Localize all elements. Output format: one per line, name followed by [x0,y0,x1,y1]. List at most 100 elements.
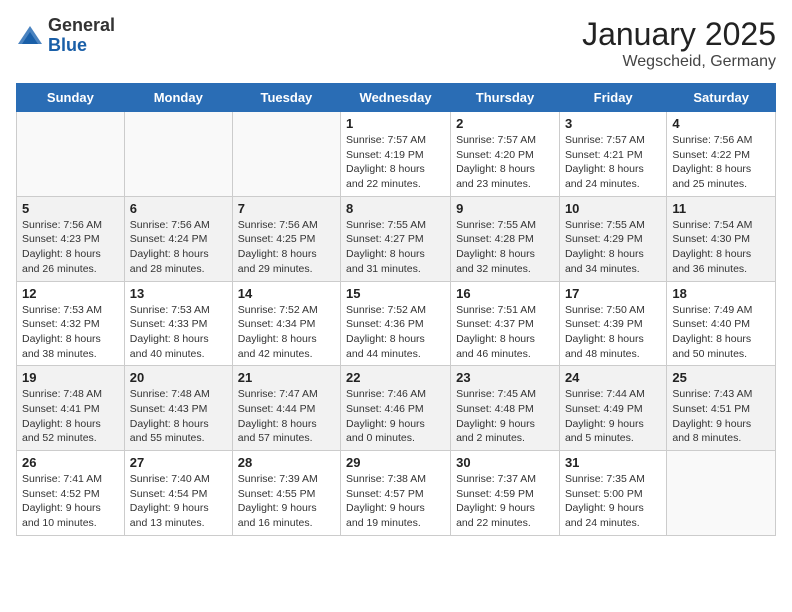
day-info: Sunrise: 7:53 AM Sunset: 4:33 PM Dayligh… [130,303,227,362]
day-info: Sunrise: 7:39 AM Sunset: 4:55 PM Dayligh… [238,472,335,531]
page-header: General Blue January 2025 Wegscheid, Ger… [16,16,776,71]
day-info: Sunrise: 7:48 AM Sunset: 4:41 PM Dayligh… [22,387,119,446]
calendar-cell: 1 Sunrise: 7:57 AM Sunset: 4:19 PM Daylig… [341,112,451,197]
day-info: Sunrise: 7:57 AM Sunset: 4:19 PM Dayligh… [346,133,445,192]
day-info: Sunrise: 7:56 AM Sunset: 4:25 PM Dayligh… [238,218,335,277]
calendar-week-row: 1 Sunrise: 7:57 AM Sunset: 4:19 PM Daylig… [17,112,776,197]
logo-icon [16,22,44,50]
day-info: Sunrise: 7:56 AM Sunset: 4:23 PM Dayligh… [22,218,119,277]
day-info: Sunrise: 7:44 AM Sunset: 4:49 PM Dayligh… [565,387,661,446]
calendar-cell: 2 Sunrise: 7:57 AM Sunset: 4:20 PM Daylig… [451,112,560,197]
day-number: 21 [238,370,335,385]
logo-blue-label: Blue [48,36,115,56]
calendar-title: January 2025 [582,16,776,53]
calendar-cell: 13 Sunrise: 7:53 AM Sunset: 4:33 PM Dayli… [124,281,232,366]
day-number: 4 [672,116,770,131]
day-info: Sunrise: 7:52 AM Sunset: 4:34 PM Dayligh… [238,303,335,362]
day-header-saturday: Saturday [667,84,776,112]
calendar-cell [124,112,232,197]
day-header-wednesday: Wednesday [341,84,451,112]
day-number: 16 [456,286,554,301]
day-number: 22 [346,370,445,385]
day-info: Sunrise: 7:43 AM Sunset: 4:51 PM Dayligh… [672,387,770,446]
calendar-cell: 26Sunrise: 7:41 AM Sunset: 4:52 PM Dayli… [17,451,125,536]
calendar-cell: 28Sunrise: 7:39 AM Sunset: 4:55 PM Dayli… [232,451,340,536]
day-number: 7 [238,201,335,216]
day-number: 15 [346,286,445,301]
calendar-cell: 3Sunrise: 7:57 AM Sunset: 4:21 PM Daylig… [559,112,666,197]
calendar-cell: 20 Sunrise: 7:48 AM Sunset: 4:43 PM Dayli… [124,366,232,451]
day-number: 13 [130,286,227,301]
day-header-friday: Friday [559,84,666,112]
day-header-thursday: Thursday [451,84,560,112]
calendar-cell: 12Sunrise: 7:53 AM Sunset: 4:32 PM Dayli… [17,281,125,366]
calendar-cell: 21 Sunrise: 7:47 AM Sunset: 4:44 PM Dayli… [232,366,340,451]
calendar-cell: 6 Sunrise: 7:56 AM Sunset: 4:24 PM Daylig… [124,196,232,281]
days-header-row: SundayMondayTuesdayWednesdayThursdayFrid… [17,84,776,112]
day-info: Sunrise: 7:49 AM Sunset: 4:40 PM Dayligh… [672,303,770,362]
day-header-monday: Monday [124,84,232,112]
calendar-cell: 25 Sunrise: 7:43 AM Sunset: 4:51 PM Dayli… [667,366,776,451]
day-number: 17 [565,286,661,301]
calendar-cell: 23 Sunrise: 7:45 AM Sunset: 4:48 PM Dayli… [451,366,560,451]
day-header-sunday: Sunday [17,84,125,112]
calendar-cell [17,112,125,197]
calendar-cell: 7 Sunrise: 7:56 AM Sunset: 4:25 PM Daylig… [232,196,340,281]
calendar-cell: 5 Sunrise: 7:56 AM Sunset: 4:23 PM Daylig… [17,196,125,281]
title-block: January 2025 Wegscheid, Germany [582,16,776,71]
calendar-cell [232,112,340,197]
logo-general-label: General [48,16,115,36]
day-info: Sunrise: 7:56 AM Sunset: 4:24 PM Dayligh… [130,218,227,277]
day-header-tuesday: Tuesday [232,84,340,112]
day-info: Sunrise: 7:55 AM Sunset: 4:29 PM Dayligh… [565,218,661,277]
day-info: Sunrise: 7:57 AM Sunset: 4:20 PM Dayligh… [456,133,554,192]
day-number: 14 [238,286,335,301]
day-number: 6 [130,201,227,216]
calendar-cell [667,451,776,536]
day-number: 24 [565,370,661,385]
calendar-cell: 27Sunrise: 7:40 AM Sunset: 4:54 PM Dayli… [124,451,232,536]
day-info: Sunrise: 7:47 AM Sunset: 4:44 PM Dayligh… [238,387,335,446]
day-number: 29 [346,455,445,470]
day-number: 23 [456,370,554,385]
day-info: Sunrise: 7:50 AM Sunset: 4:39 PM Dayligh… [565,303,661,362]
calendar-cell: 19Sunrise: 7:48 AM Sunset: 4:41 PM Dayli… [17,366,125,451]
day-number: 20 [130,370,227,385]
day-info: Sunrise: 7:56 AM Sunset: 4:22 PM Dayligh… [672,133,770,192]
day-info: Sunrise: 7:45 AM Sunset: 4:48 PM Dayligh… [456,387,554,446]
day-info: Sunrise: 7:38 AM Sunset: 4:57 PM Dayligh… [346,472,445,531]
day-info: Sunrise: 7:37 AM Sunset: 4:59 PM Dayligh… [456,472,554,531]
calendar-cell: 16Sunrise: 7:51 AM Sunset: 4:37 PM Dayli… [451,281,560,366]
day-number: 31 [565,455,661,470]
calendar-week-row: 5 Sunrise: 7:56 AM Sunset: 4:23 PM Daylig… [17,196,776,281]
day-info: Sunrise: 7:35 AM Sunset: 5:00 PM Dayligh… [565,472,661,531]
day-number: 11 [672,201,770,216]
calendar-cell: 31 Sunrise: 7:35 AM Sunset: 5:00 PM Dayli… [559,451,666,536]
day-number: 25 [672,370,770,385]
calendar-cell: 8Sunrise: 7:55 AM Sunset: 4:27 PM Daylig… [341,196,451,281]
calendar-cell: 18Sunrise: 7:49 AM Sunset: 4:40 PM Dayli… [667,281,776,366]
day-number: 5 [22,201,119,216]
day-number: 2 [456,116,554,131]
calendar-cell: 14 Sunrise: 7:52 AM Sunset: 4:34 PM Dayli… [232,281,340,366]
calendar-cell: 4 Sunrise: 7:56 AM Sunset: 4:22 PM Daylig… [667,112,776,197]
day-number: 30 [456,455,554,470]
day-number: 27 [130,455,227,470]
calendar-week-row: 19Sunrise: 7:48 AM Sunset: 4:41 PM Dayli… [17,366,776,451]
calendar-subtitle: Wegscheid, Germany [582,53,776,71]
day-number: 3 [565,116,661,131]
calendar-cell: 17 Sunrise: 7:50 AM Sunset: 4:39 PM Dayli… [559,281,666,366]
day-info: Sunrise: 7:48 AM Sunset: 4:43 PM Dayligh… [130,387,227,446]
calendar-table: SundayMondayTuesdayWednesdayThursdayFrid… [16,83,776,536]
day-info: Sunrise: 7:41 AM Sunset: 4:52 PM Dayligh… [22,472,119,531]
day-info: Sunrise: 7:46 AM Sunset: 4:46 PM Dayligh… [346,387,445,446]
day-info: Sunrise: 7:55 AM Sunset: 4:28 PM Dayligh… [456,218,554,277]
calendar-week-row: 12Sunrise: 7:53 AM Sunset: 4:32 PM Dayli… [17,281,776,366]
calendar-week-row: 26Sunrise: 7:41 AM Sunset: 4:52 PM Dayli… [17,451,776,536]
day-info: Sunrise: 7:55 AM Sunset: 4:27 PM Dayligh… [346,218,445,277]
calendar-cell: 30 Sunrise: 7:37 AM Sunset: 4:59 PM Dayli… [451,451,560,536]
calendar-cell: 29 Sunrise: 7:38 AM Sunset: 4:57 PM Dayli… [341,451,451,536]
calendar-cell: 9Sunrise: 7:55 AM Sunset: 4:28 PM Daylig… [451,196,560,281]
day-number: 1 [346,116,445,131]
calendar-cell: 15Sunrise: 7:52 AM Sunset: 4:36 PM Dayli… [341,281,451,366]
